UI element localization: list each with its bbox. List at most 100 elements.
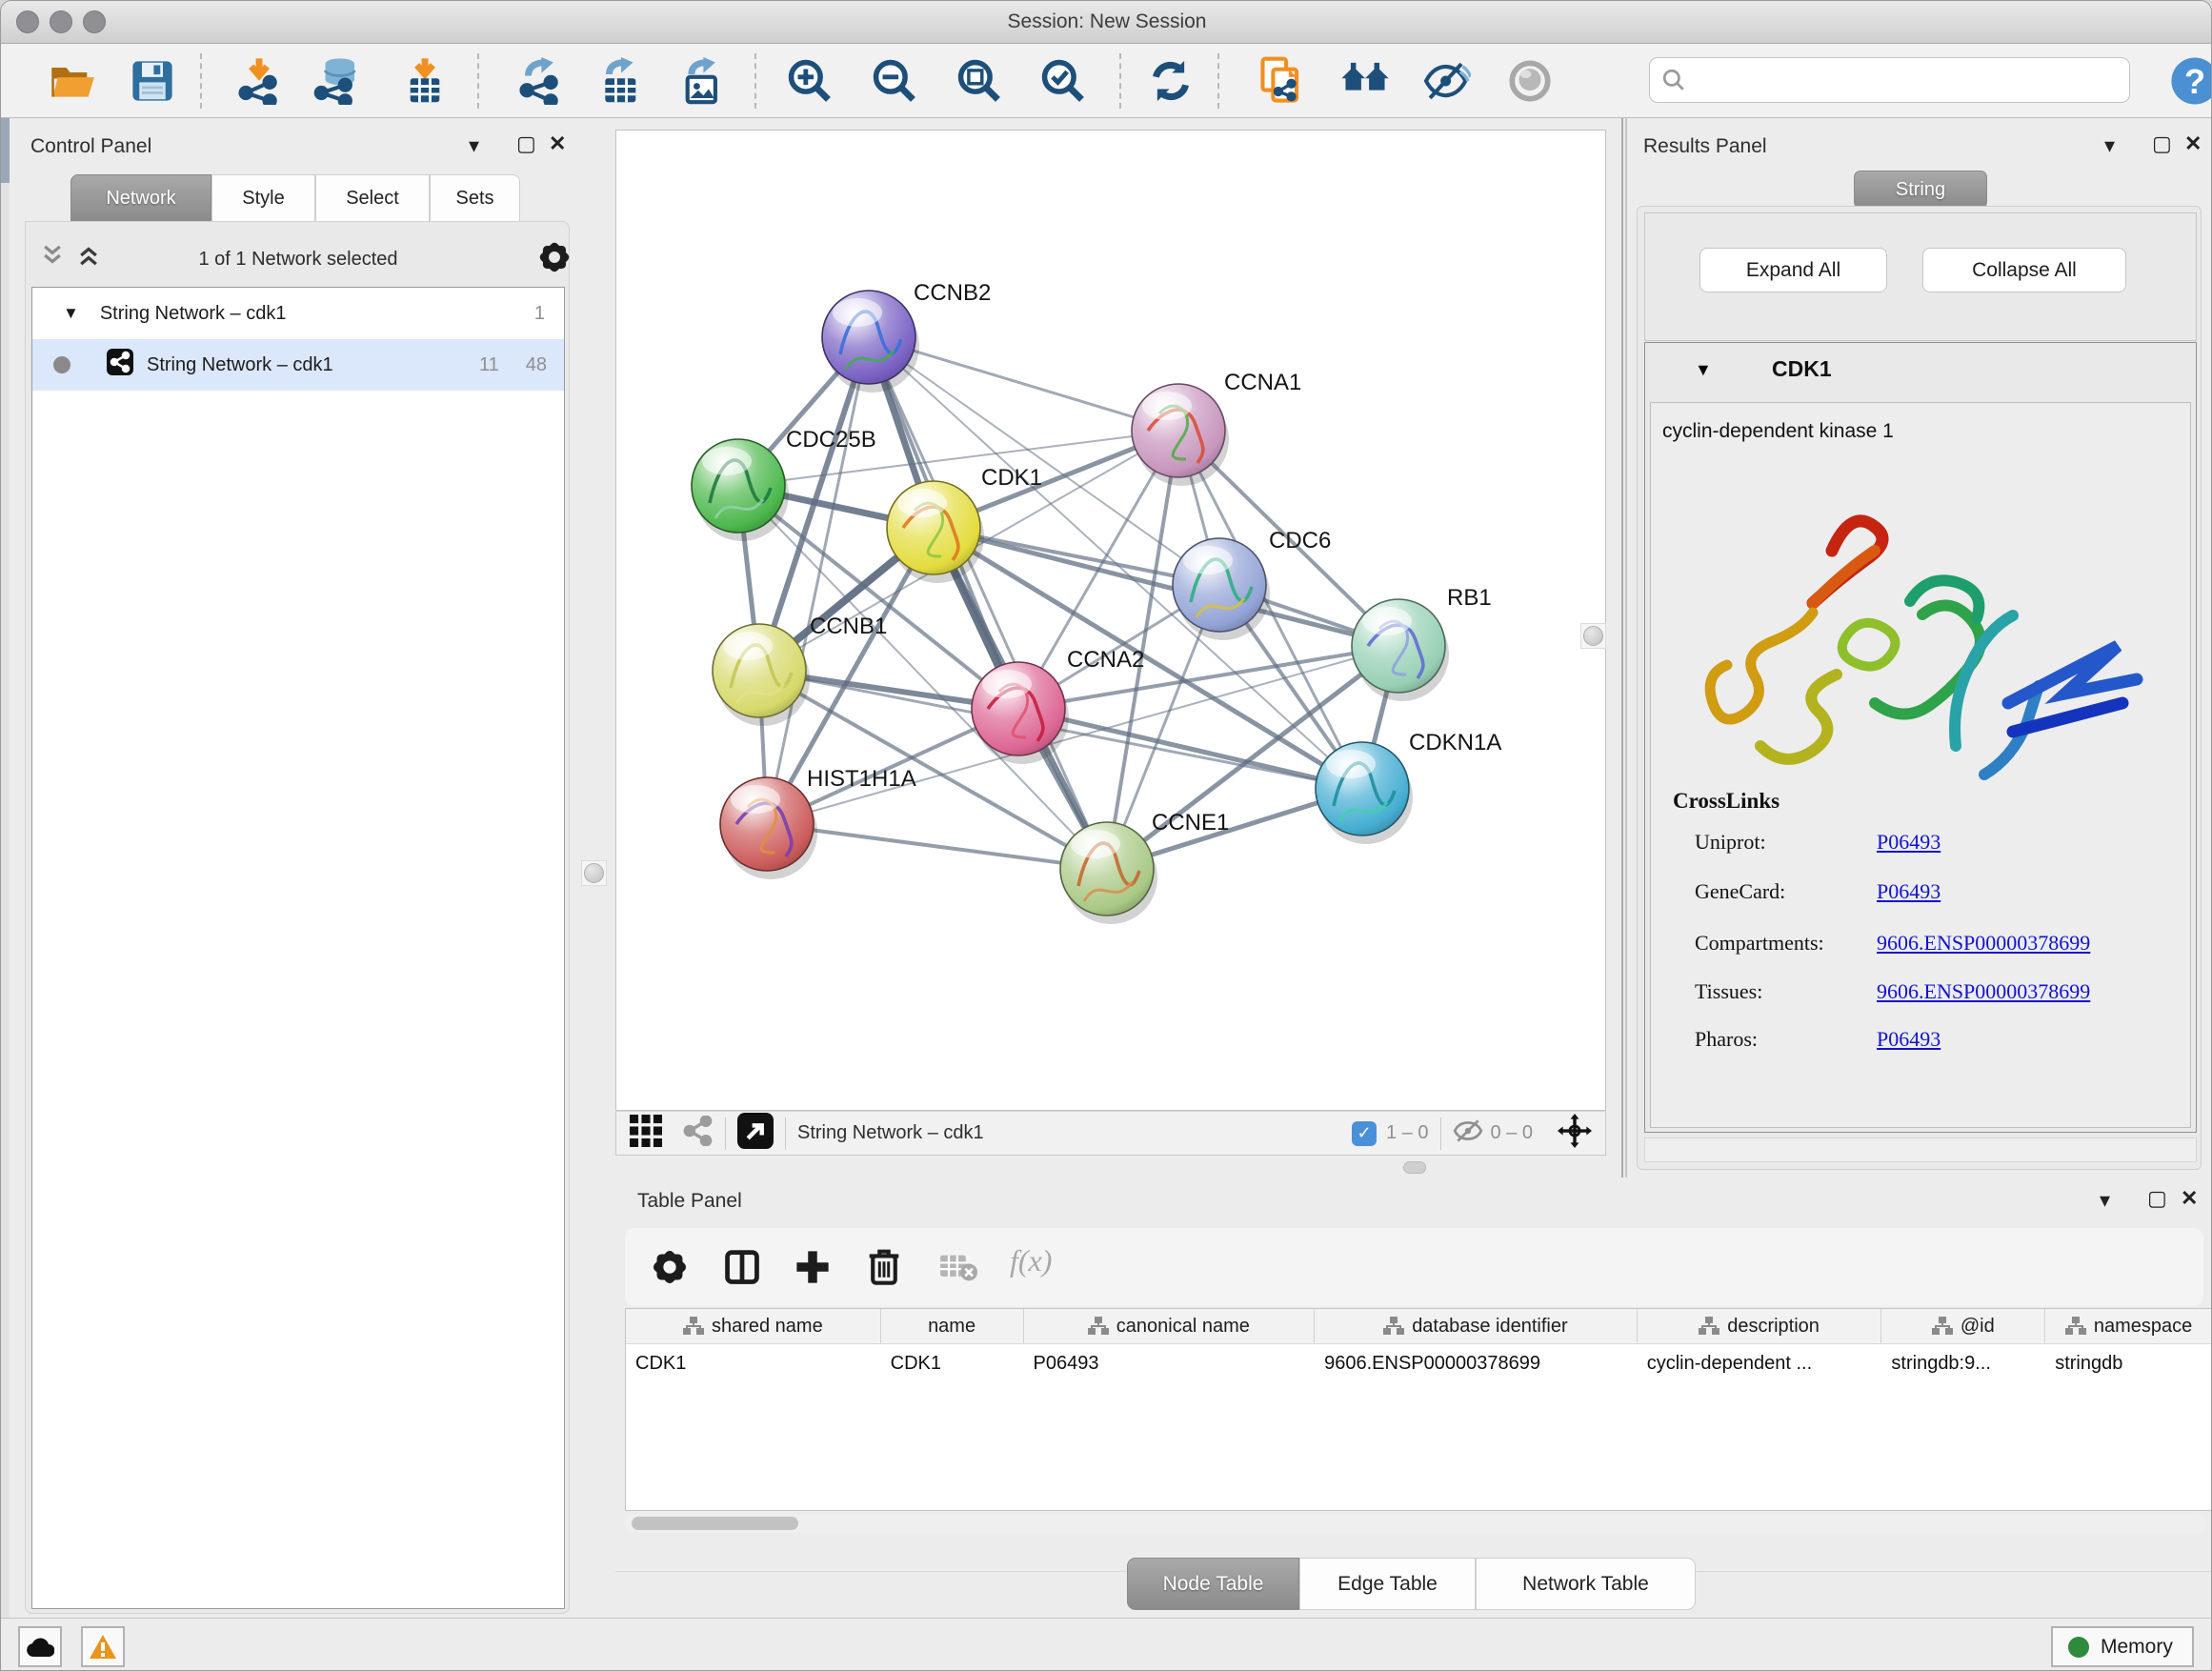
tab-string[interactable]: String: [1854, 171, 1987, 209]
table-scrollbar-thumb[interactable]: [632, 1517, 798, 1530]
save-session-icon[interactable]: [127, 55, 178, 107]
network-node[interactable]: [1316, 742, 1413, 844]
network-node[interactable]: [692, 439, 789, 541]
tab-edge-table[interactable]: Edge Table: [1299, 1558, 1476, 1610]
export-table-icon[interactable]: [595, 55, 647, 107]
delete-column-trash-icon[interactable]: [867, 1247, 901, 1290]
right-splitter-handle[interactable]: [1580, 623, 1606, 649]
open-session-icon[interactable]: [47, 55, 98, 107]
expand-all-button[interactable]: Expand All: [1699, 248, 1887, 292]
network-item-label: String Network – cdk1: [147, 354, 333, 376]
show-columns-icon[interactable]: [724, 1249, 760, 1290]
horizontal-splitter-handle[interactable]: [1403, 1161, 1426, 1174]
memory-button[interactable]: Memory: [2051, 1626, 2194, 1667]
tree-row-network[interactable]: String Network – cdk1 11 48: [32, 339, 564, 391]
copy-network-icon[interactable]: [1257, 55, 1308, 107]
crosslink-uniprot-link[interactable]: P06493: [1877, 830, 1941, 855]
cell-name[interactable]: CDK1: [881, 1344, 1024, 1382]
add-column-icon[interactable]: [794, 1249, 831, 1290]
tab-select[interactable]: Select: [315, 174, 430, 222]
collapse-all-button[interactable]: Collapse All: [1922, 248, 2126, 292]
selected-checkbox-icon[interactable]: ✓: [1352, 1121, 1377, 1146]
zoom-in-icon[interactable]: [784, 55, 835, 107]
column-header[interactable]: description: [1638, 1309, 1882, 1343]
birds-eye-grid-icon[interactable]: [630, 1115, 662, 1152]
column-header[interactable]: namespace: [2045, 1309, 2212, 1343]
cell-namespace[interactable]: stringdb: [2045, 1344, 2212, 1382]
warnings-button[interactable]: [81, 1626, 125, 1667]
table-settings-gear-icon[interactable]: [652, 1249, 688, 1290]
cloud-status-button[interactable]: [18, 1626, 62, 1667]
panel-float-icon[interactable]: ▢: [516, 131, 536, 156]
network-edge[interactable]: [767, 337, 869, 824]
panel-menu-icon[interactable]: ▾: [2100, 1188, 2110, 1213]
tree-row-collection[interactable]: ▼ String Network – cdk1 1: [32, 288, 564, 339]
network-edge[interactable]: [1018, 709, 1362, 789]
refresh-layout-icon[interactable]: [1145, 55, 1196, 107]
table-row[interactable]: CDK1 CDK1 P06493 9606.ENSP00000378699 cy…: [626, 1343, 2212, 1382]
tab-network-table[interactable]: Network Table: [1476, 1558, 1696, 1610]
panel-float-icon[interactable]: ▢: [2147, 1186, 2167, 1211]
column-header[interactable]: canonical name: [1024, 1309, 1316, 1343]
entry-collapse-arrow-icon[interactable]: ▼: [1695, 360, 1712, 380]
help-button[interactable]: ?: [2169, 55, 2212, 107]
zoom-fit-icon[interactable]: [954, 55, 1005, 107]
panel-close-icon[interactable]: ✕: [2184, 131, 2202, 156]
crosslink-compartments-link[interactable]: 9606.ENSP00000378699: [1877, 931, 2090, 956]
network-node[interactable]: [720, 777, 817, 879]
crosslink-tissues-link[interactable]: 9606.ENSP00000378699: [1877, 979, 2090, 1004]
hide-show-eye-icon[interactable]: [1421, 55, 1473, 107]
zoom-out-icon[interactable]: [869, 55, 920, 107]
import-table-icon[interactable]: [399, 55, 451, 107]
import-network-file-icon[interactable]: [233, 55, 285, 107]
panel-close-icon[interactable]: ✕: [2181, 1186, 2198, 1211]
tab-network-selected[interactable]: Network: [70, 174, 211, 222]
cell-canonical-name[interactable]: P06493: [1024, 1344, 1316, 1382]
cell-shared-name[interactable]: CDK1: [626, 1344, 881, 1382]
panel-menu-icon[interactable]: ▾: [469, 133, 479, 158]
toolbar-separator: [477, 53, 479, 109]
cell-id[interactable]: stringdb:9...: [1881, 1344, 2045, 1382]
network-node[interactable]: [1352, 599, 1449, 701]
network-canvas[interactable]: CCNB2CCNA1CDC25BCDK1CDC6RB1CCNB1CCNA2CDK…: [615, 130, 1606, 1111]
panel-menu-icon[interactable]: ▾: [2104, 133, 2115, 158]
pan-crosshair-icon[interactable]: [1558, 1114, 1592, 1153]
export-network-icon[interactable]: [514, 55, 566, 107]
column-header[interactable]: database identifier: [1315, 1309, 1638, 1343]
toolbar-separator: [1119, 53, 1121, 109]
network-node[interactable]: [1060, 822, 1157, 924]
cell-database-identifier[interactable]: 9606.ENSP00000378699: [1315, 1344, 1638, 1382]
import-network-database-icon[interactable]: [312, 55, 363, 107]
network-view-toolbar: String Network – cdk1 ✓ 1 – 0 0 – 0: [615, 1111, 1606, 1156]
results-scrollbar-track[interactable]: [1644, 1137, 2197, 1162]
network-node[interactable]: [1132, 384, 1229, 486]
tab-sets[interactable]: Sets: [430, 174, 520, 222]
tree-expand-arrow-icon[interactable]: ▼: [63, 304, 79, 323]
open-external-icon[interactable]: [737, 1113, 774, 1154]
table-scrollbar-track[interactable]: [625, 1514, 2206, 1533]
toolbar-search-field[interactable]: [1649, 57, 2130, 103]
crosslink-genecard-link[interactable]: P06493: [1877, 879, 1941, 904]
cell-description[interactable]: cyclin-dependent ...: [1638, 1344, 1882, 1382]
left-splitter-handle[interactable]: [581, 860, 607, 886]
zoom-selected-icon[interactable]: [1037, 55, 1089, 107]
gear-icon[interactable]: [538, 241, 571, 278]
network-node[interactable]: [1173, 538, 1270, 640]
panel-close-icon[interactable]: ✕: [549, 131, 566, 156]
column-header[interactable]: shared name: [626, 1309, 881, 1343]
results-panel: Results Panel ▾ ▢ ✕ String Expand All Co…: [1630, 118, 2212, 1178]
network-node[interactable]: [887, 481, 984, 583]
panel-float-icon[interactable]: ▢: [2152, 131, 2172, 156]
crosslink-pharos-link[interactable]: P06493: [1877, 1027, 1941, 1052]
hidden-eye-slash-icon[interactable]: [1453, 1118, 1483, 1148]
home-networks-icon[interactable]: [1339, 55, 1391, 107]
vertical-splitter[interactable]: [1621, 118, 1623, 1178]
column-header[interactable]: name: [881, 1309, 1024, 1343]
network-edge[interactable]: [767, 824, 1107, 869]
network-node[interactable]: [972, 662, 1069, 764]
column-header[interactable]: @id: [1881, 1309, 2045, 1343]
export-image-icon[interactable]: [676, 55, 728, 107]
tab-style[interactable]: Style: [211, 174, 315, 222]
network-share-icon[interactable]: [683, 1116, 714, 1151]
tab-node-table[interactable]: Node Table: [1127, 1558, 1299, 1610]
